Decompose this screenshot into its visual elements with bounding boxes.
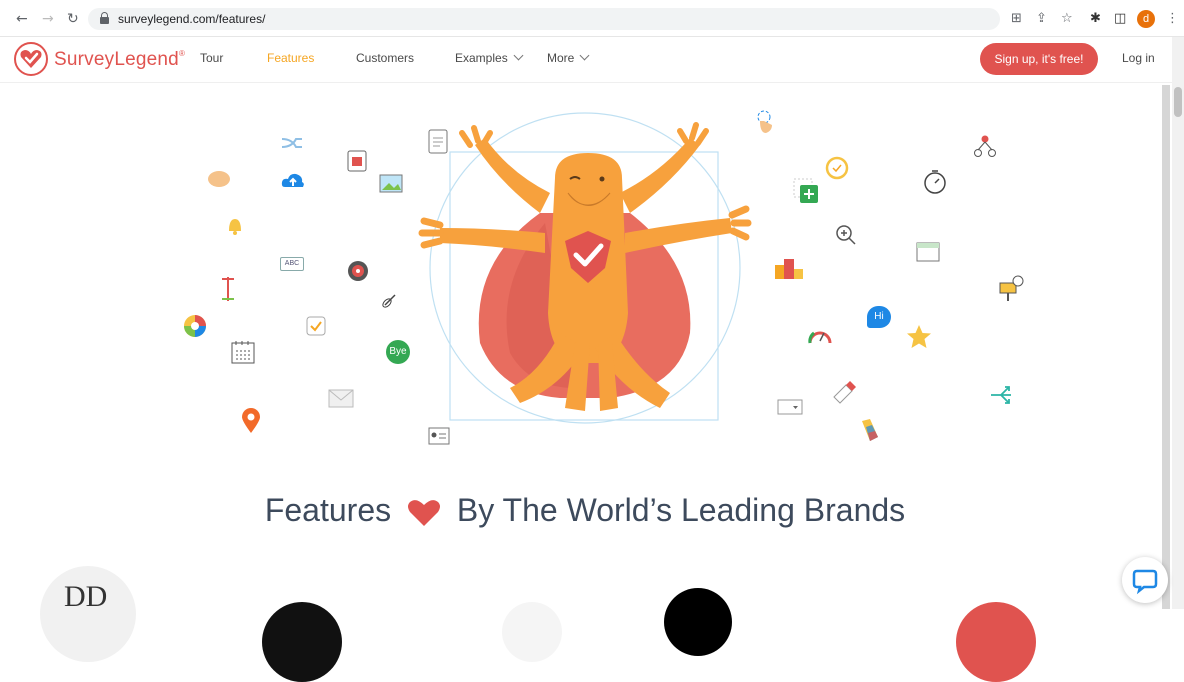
slider-icon [222,277,234,301]
document-icon [428,129,448,154]
brand-logo-5 [956,602,1036,682]
brand-logo-2 [262,602,342,682]
side-panel-icon[interactable]: ◫ [1114,11,1126,26]
hero-illustration: ABC Bye Hi [0,83,1160,483]
abc-text-field-icon: ABC [280,257,304,271]
nav-more[interactable]: More [547,50,590,65]
nav-features[interactable]: Features [267,51,314,65]
share-branch-icon [991,386,1011,404]
stopwatch-icon [924,170,946,194]
bookmark-star-icon[interactable]: ☆ [1061,11,1073,26]
clock-check-icon [825,156,849,180]
star-icon [907,325,931,348]
podium-icon [775,259,803,279]
logo-text: SurveyLegend [54,49,179,70]
features-headline: Features By The World’s Leading Brands [0,492,1170,529]
extensions-icon[interactable]: ✱ [1090,11,1101,26]
forward-icon[interactable]: → [42,11,54,27]
translate-icon[interactable]: ⊞ [1011,11,1022,26]
brand-logo-4 [664,588,732,656]
location-pin-icon [242,408,260,433]
brand-logo-3 [502,602,562,662]
dropdown-field-icon [777,399,803,415]
color-swatch-icon [862,419,878,441]
cloud-upload-icon [281,173,304,187]
target-icon [348,261,368,281]
brand-logo-1: DD [40,566,136,662]
heart-icon [408,499,440,526]
profile-avatar[interactable]: d [1137,10,1155,28]
nav-more-label: More [547,51,575,65]
address-bar[interactable]: surveylegend.com/features/ [88,8,1000,30]
browser-toolbar: ← → ↻ surveylegend.com/features/ ⊞ ⇪ ☆ ✱… [0,0,1184,37]
workflow-icon [974,135,996,157]
hand-tap-icon [757,110,772,133]
logo-heart-icon [14,42,48,76]
shuffle-icon [281,138,302,148]
gauge-icon [808,331,832,344]
add-page-icon [793,178,818,203]
image-icon [379,174,403,193]
site-header: SurveyLegend® Tour Features Customers Ex… [0,37,1172,83]
bye-chat-icon: Bye [386,340,410,364]
browser-window-icon [916,242,940,262]
eraser-pencil-icon [833,381,856,404]
calendar-icon [231,341,255,364]
contact-card-icon [428,427,450,445]
link-icon [382,294,396,308]
brain-icon [208,171,230,187]
menu-dots-icon[interactable]: ⋮ [1166,11,1179,26]
bell-icon [229,219,241,235]
chat-icon [1132,569,1158,595]
signpost-timer-icon [999,275,1024,301]
nav-examples[interactable]: Examples [455,50,524,65]
chevron-down-icon [513,50,524,61]
scrollbar[interactable] [1172,37,1184,609]
nav-tour[interactable]: Tour [200,51,223,65]
chat-widget-button[interactable] [1122,557,1168,603]
login-link[interactable]: Log in [1122,51,1155,65]
page-scroll-rail [1162,85,1170,609]
signup-button[interactable]: Sign up, it's free! [980,43,1098,75]
nav-customers[interactable]: Customers [356,51,414,65]
reload-icon[interactable]: ↻ [67,11,79,27]
nav-examples-label: Examples [455,51,508,65]
envelope-icon [328,389,354,408]
zoom-in-icon [836,225,856,245]
lock-icon [100,12,109,24]
back-icon[interactable]: ← [16,11,28,27]
logo-registered-mark: ® [178,49,186,58]
hi-chat-icon: Hi [867,306,891,328]
chevron-down-icon [579,50,590,61]
clipboard-check-icon [347,150,367,172]
headline-text-after: By The World’s Leading Brands [456,492,906,528]
checkbox-icon [306,316,326,336]
url-text: surveylegend.com/features/ [118,12,266,26]
color-wheel-icon [184,315,206,337]
share-icon[interactable]: ⇪ [1036,11,1047,26]
headline-text-before: Features [264,492,392,528]
